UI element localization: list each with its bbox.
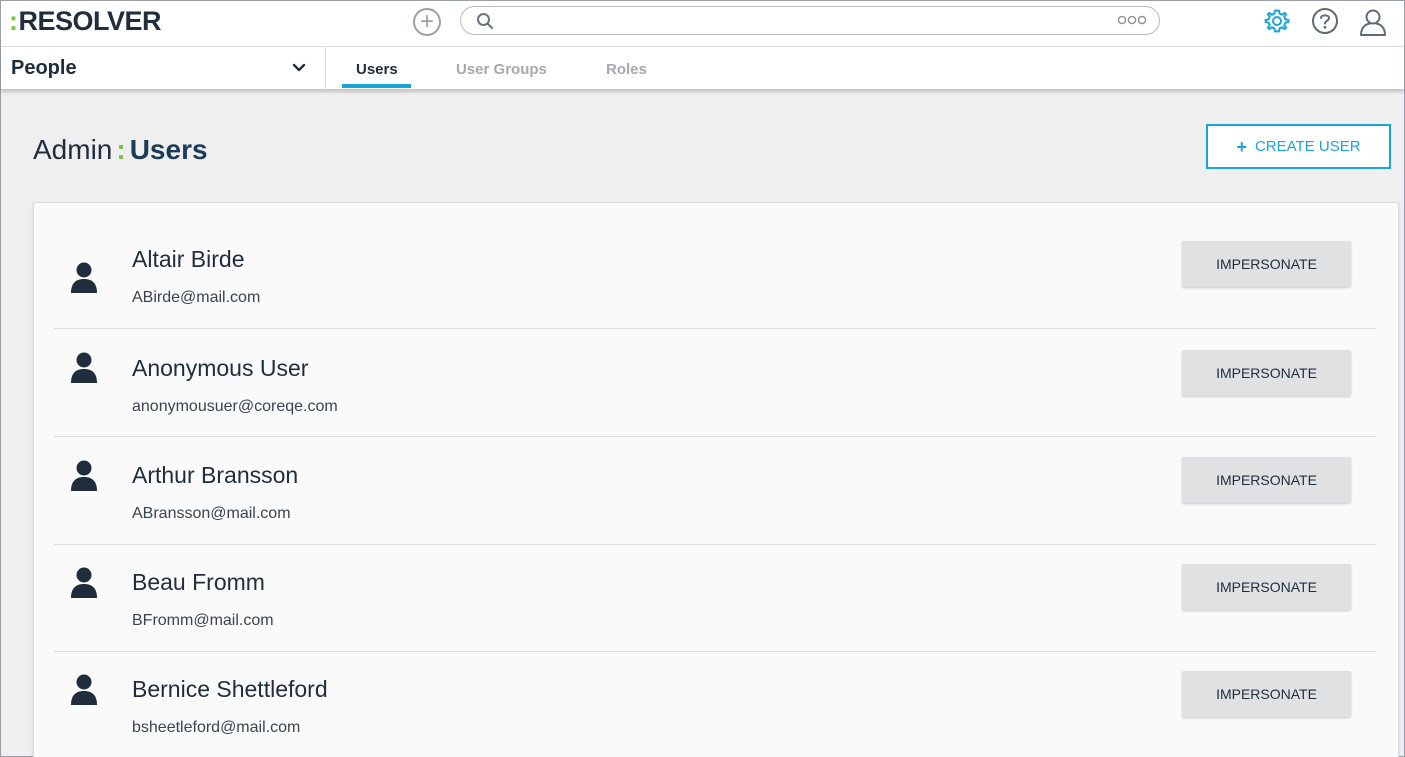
user-list-card: Altair Birde ABirde@mail.com IMPERSONATE… [33, 202, 1399, 757]
user-name[interactable]: Arthur Bransson [132, 462, 298, 489]
user-row[interactable]: Beau Fromm BFromm@mail.com IMPERSONATE [54, 545, 1376, 652]
user-email: anonymousuer@coreqe.com [132, 398, 338, 415]
user-row[interactable]: Bernice Shettleford bsheetleford@mail.co… [54, 652, 1376, 757]
user-name[interactable]: Beau Fromm [132, 569, 265, 596]
user-avatar-icon [71, 460, 97, 491]
logo-colon: : [9, 6, 18, 36]
plus-icon: + [1236, 136, 1247, 157]
user-row[interactable]: Altair Birde ABirde@mail.com IMPERSONATE [54, 222, 1376, 329]
gear-icon[interactable] [1263, 7, 1291, 35]
user-avatar-icon [71, 262, 97, 293]
user-email: bsheetleford@mail.com [132, 719, 301, 736]
top-bar: : RESOLVER + [1, 1, 1404, 47]
user-name[interactable]: Altair Birde [132, 246, 244, 273]
user-row[interactable]: Anonymous User anonymousuer@coreqe.com I… [54, 330, 1376, 437]
user-avatar-icon [71, 567, 97, 598]
tab-roles[interactable]: Roles [606, 61, 647, 78]
impersonate-button[interactable]: IMPERSONATE [1182, 241, 1351, 287]
logo-text: RESOLVER [18, 6, 162, 36]
page-title: Admin : Users [33, 134, 208, 166]
add-plus-circle-icon[interactable]: + [413, 8, 441, 36]
user-avatar-icon [71, 352, 97, 383]
search-input[interactable] [501, 10, 1101, 32]
create-user-button[interactable]: + CREATE USER [1206, 124, 1391, 169]
resolver-logo[interactable]: : RESOLVER [9, 6, 162, 37]
page-title-separator: : [116, 134, 126, 165]
impersonate-button[interactable]: IMPERSONATE [1182, 671, 1351, 717]
page-title-main: Users [129, 134, 208, 165]
user-name[interactable]: Anonymous User [132, 355, 308, 382]
active-tab-indicator [342, 84, 411, 88]
impersonate-button[interactable]: IMPERSONATE [1182, 564, 1351, 610]
section-dropdown-label: People [11, 57, 77, 79]
user-email: BFromm@mail.com [132, 612, 274, 629]
create-user-label: CREATE USER [1254, 138, 1361, 155]
more-options-icon[interactable] [1117, 15, 1147, 25]
user-avatar-icon [71, 674, 97, 705]
page-title-prefix: Admin [33, 134, 113, 165]
chevron-down-icon [292, 63, 306, 72]
tab-users[interactable]: Users [356, 61, 398, 78]
search-bar[interactable] [460, 6, 1160, 35]
impersonate-button[interactable]: IMPERSONATE [1182, 350, 1351, 396]
user-email: ABirde@mail.com [132, 289, 261, 306]
user-row[interactable]: Arthur Bransson ABransson@mail.com IMPER… [54, 438, 1376, 545]
tab-user-groups[interactable]: User Groups [456, 61, 547, 78]
user-profile-icon[interactable] [1358, 7, 1388, 37]
search-icon [477, 13, 494, 30]
help-icon[interactable] [1311, 7, 1339, 35]
user-email: ABransson@mail.com [132, 505, 291, 522]
sub-navigation: People Users User Groups Roles [1, 47, 1404, 90]
user-name[interactable]: Bernice Shettleford [132, 676, 328, 703]
impersonate-button[interactable]: IMPERSONATE [1182, 457, 1351, 503]
section-dropdown[interactable]: People [1, 47, 326, 90]
